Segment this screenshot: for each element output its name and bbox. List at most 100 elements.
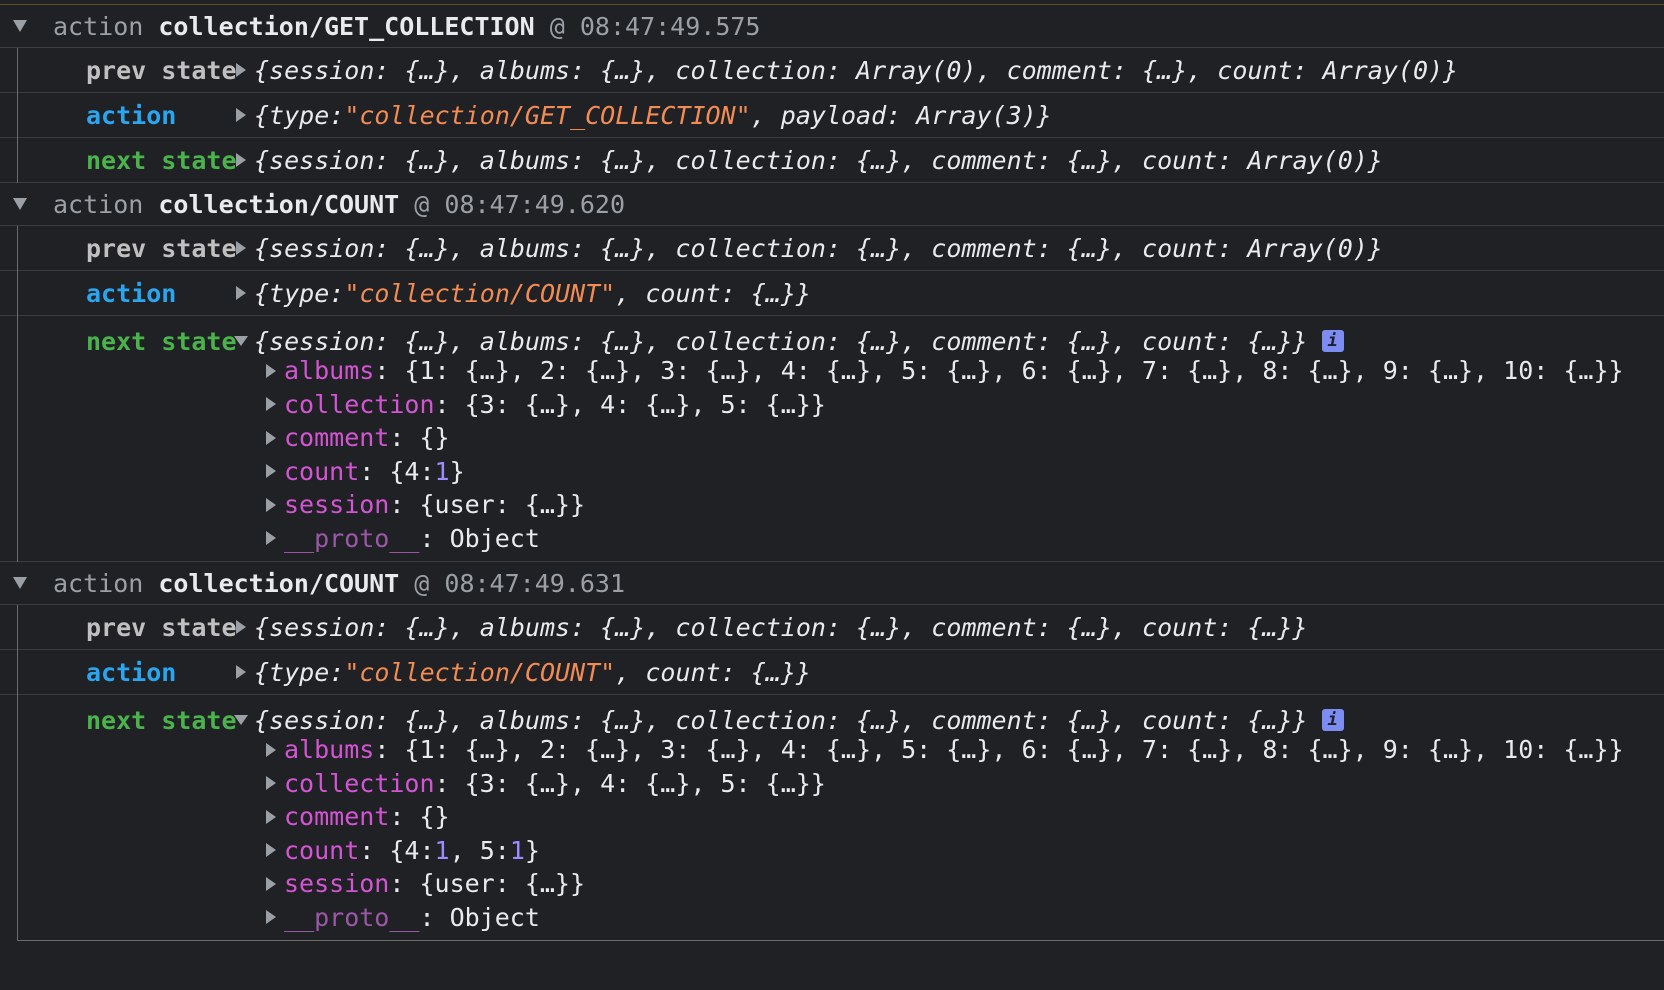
action-row: action {type: "collection/COUNT", count:… <box>0 271 1664 316</box>
prev-state-value[interactable]: {session: {…}, albums: {…}, collection: … <box>254 234 1383 263</box>
next-state-row: next state {session: {…}, albums: {…}, c… <box>0 316 1664 562</box>
info-icon[interactable]: i <box>1321 709 1344 731</box>
prop-value: : {3: {…}, 4: {…}, 5: {…}} <box>434 768 826 798</box>
prop-collection[interactable]: collection: {3: {…}, 4: {…}, 5: {…}} <box>86 767 1664 801</box>
group-header[interactable]: action collection/COUNT @ 08:47:49.631 <box>0 562 1664 605</box>
prop-albums[interactable]: albums: {1: {…}, 2: {…}, 3: {…}, 4: {…},… <box>86 354 1664 388</box>
next-state-value[interactable]: {session: {…}, albums: {…}, collection: … <box>254 706 1308 735</box>
log-group-count-1: action collection/COUNT @ 08:47:49.620 p… <box>0 183 1664 562</box>
prop-value-suffix: } <box>524 835 540 865</box>
expand-triangle-icon[interactable] <box>266 397 276 412</box>
prop-key: collection <box>284 768 435 798</box>
expand-triangle-icon[interactable] <box>236 108 246 122</box>
prop-count[interactable]: count: {4: 1, 5: 1} <box>86 834 1664 868</box>
prop-value: : {} <box>389 802 450 832</box>
action-type-string[interactable]: "collection/COUNT" <box>344 658 615 687</box>
collapse-triangle-icon[interactable] <box>234 336 248 346</box>
collapse-triangle-icon[interactable] <box>234 715 248 725</box>
prop-value: : {user: {…}} <box>389 490 586 520</box>
action-value-prefix[interactable]: {type: <box>254 279 344 308</box>
next-state-value[interactable]: {session: {…}, albums: {…}, collection: … <box>254 327 1308 356</box>
action-word: action <box>53 11 144 41</box>
expand-triangle-icon[interactable] <box>236 63 246 77</box>
expand-triangle-icon[interactable] <box>266 363 276 378</box>
action-label: action <box>86 100 177 130</box>
prop-comment[interactable]: comment: {} <box>86 421 1664 455</box>
group-header[interactable]: action collection/GET_COLLECTION @ 08:47… <box>0 5 1664 48</box>
expand-triangle-icon[interactable] <box>266 876 276 891</box>
prop-collection[interactable]: collection: {3: {…}, 4: {…}, 5: {…}} <box>86 388 1664 422</box>
group-bracket-line <box>17 605 18 940</box>
prop-value-prefix: : {4: <box>359 835 435 865</box>
prev-state-value[interactable]: {session: {…}, albums: {…}, collection: … <box>254 613 1308 642</box>
prop-number: 1 <box>434 456 450 486</box>
prop-key: session <box>284 490 390 520</box>
action-row: action {type: "collection/COUNT", count:… <box>0 650 1664 695</box>
at-sign: @ <box>414 189 430 219</box>
prop-key: count <box>284 456 360 486</box>
info-icon[interactable]: i <box>1321 330 1344 352</box>
action-value-prefix[interactable]: {type: <box>254 658 344 687</box>
expand-triangle-icon[interactable] <box>266 742 276 757</box>
prop-key: comment <box>284 423 390 453</box>
action-value-suffix[interactable]: , count: {…}} <box>615 279 811 308</box>
prop-value: : {user: {…}} <box>389 869 586 899</box>
expand-triangle-icon[interactable] <box>266 843 276 858</box>
prop-proto[interactable]: __proto__: Object <box>86 522 1664 556</box>
prev-state-value[interactable]: {session: {…}, albums: {…}, collection: … <box>254 56 1458 85</box>
timestamp: 08:47:49.620 <box>444 189 626 219</box>
group-bracket-line <box>17 226 18 562</box>
action-type-string[interactable]: "collection/COUNT" <box>344 279 615 308</box>
prop-albums[interactable]: albums: {1: {…}, 2: {…}, 3: {…}, 4: {…},… <box>86 733 1664 767</box>
expand-triangle-icon[interactable] <box>266 497 276 512</box>
group-header[interactable]: action collection/COUNT @ 08:47:49.620 <box>0 183 1664 226</box>
expand-triangle-icon[interactable] <box>236 620 246 634</box>
expand-triangle-icon[interactable] <box>266 531 276 546</box>
action-type: collection/GET_COLLECTION <box>158 11 535 41</box>
collapse-triangle-icon[interactable] <box>13 20 27 32</box>
expand-triangle-icon[interactable] <box>266 776 276 791</box>
expand-triangle-icon[interactable] <box>266 910 276 925</box>
prop-value-mid: , 5: <box>449 835 510 865</box>
expand-triangle-icon[interactable] <box>236 241 246 255</box>
prop-value: : {} <box>389 423 450 453</box>
prop-proto[interactable]: __proto__: Object <box>86 901 1664 935</box>
expand-triangle-icon[interactable] <box>266 464 276 479</box>
prop-key: comment <box>284 802 390 832</box>
prop-key: session <box>284 869 390 899</box>
at-sign: @ <box>549 11 565 41</box>
action-value-suffix[interactable]: , count: {…}} <box>615 658 811 687</box>
prev-state-row: prev state {session: {…}, albums: {…}, c… <box>0 605 1664 650</box>
action-type-string[interactable]: "collection/GET_COLLECTION" <box>344 101 750 130</box>
next-state-label: next state <box>86 145 237 175</box>
prop-session[interactable]: session: {user: {…}} <box>86 488 1664 522</box>
prop-count[interactable]: count: {4: 1} <box>86 455 1664 489</box>
expand-triangle-icon[interactable] <box>236 286 246 300</box>
expand-triangle-icon[interactable] <box>266 430 276 445</box>
prop-comment[interactable]: comment: {} <box>86 800 1664 834</box>
group-body: prev state {session: {…}, albums: {…}, c… <box>0 226 1664 562</box>
prop-key: collection <box>284 389 435 419</box>
prop-session[interactable]: session: {user: {…}} <box>86 867 1664 901</box>
action-value-prefix[interactable]: {type: <box>254 101 344 130</box>
prop-value: : Object <box>419 902 540 932</box>
prop-value: : Object <box>419 523 540 553</box>
expand-triangle-icon[interactable] <box>236 665 246 679</box>
group-end-line <box>17 940 1664 941</box>
action-type: collection/COUNT <box>158 568 400 598</box>
prop-key: albums <box>284 735 375 765</box>
action-row: action {type: "collection/GET_COLLECTION… <box>0 93 1664 138</box>
action-type: collection/COUNT <box>158 189 400 219</box>
next-state-label: next state <box>86 326 237 356</box>
collapse-triangle-icon[interactable] <box>13 577 27 589</box>
collapse-triangle-icon[interactable] <box>13 198 27 210</box>
prop-key: albums <box>284 356 375 386</box>
action-label: action <box>86 657 177 687</box>
expand-triangle-icon[interactable] <box>266 809 276 824</box>
action-value-suffix[interactable]: , payload: Array(3)} <box>751 101 1052 130</box>
group-body: prev state {session: {…}, albums: {…}, c… <box>0 48 1664 183</box>
next-state-row: next state {session: {…}, albums: {…}, c… <box>0 138 1664 183</box>
prop-number: 1 <box>509 835 525 865</box>
next-state-value[interactable]: {session: {…}, albums: {…}, collection: … <box>254 146 1383 175</box>
expand-triangle-icon[interactable] <box>236 153 246 167</box>
